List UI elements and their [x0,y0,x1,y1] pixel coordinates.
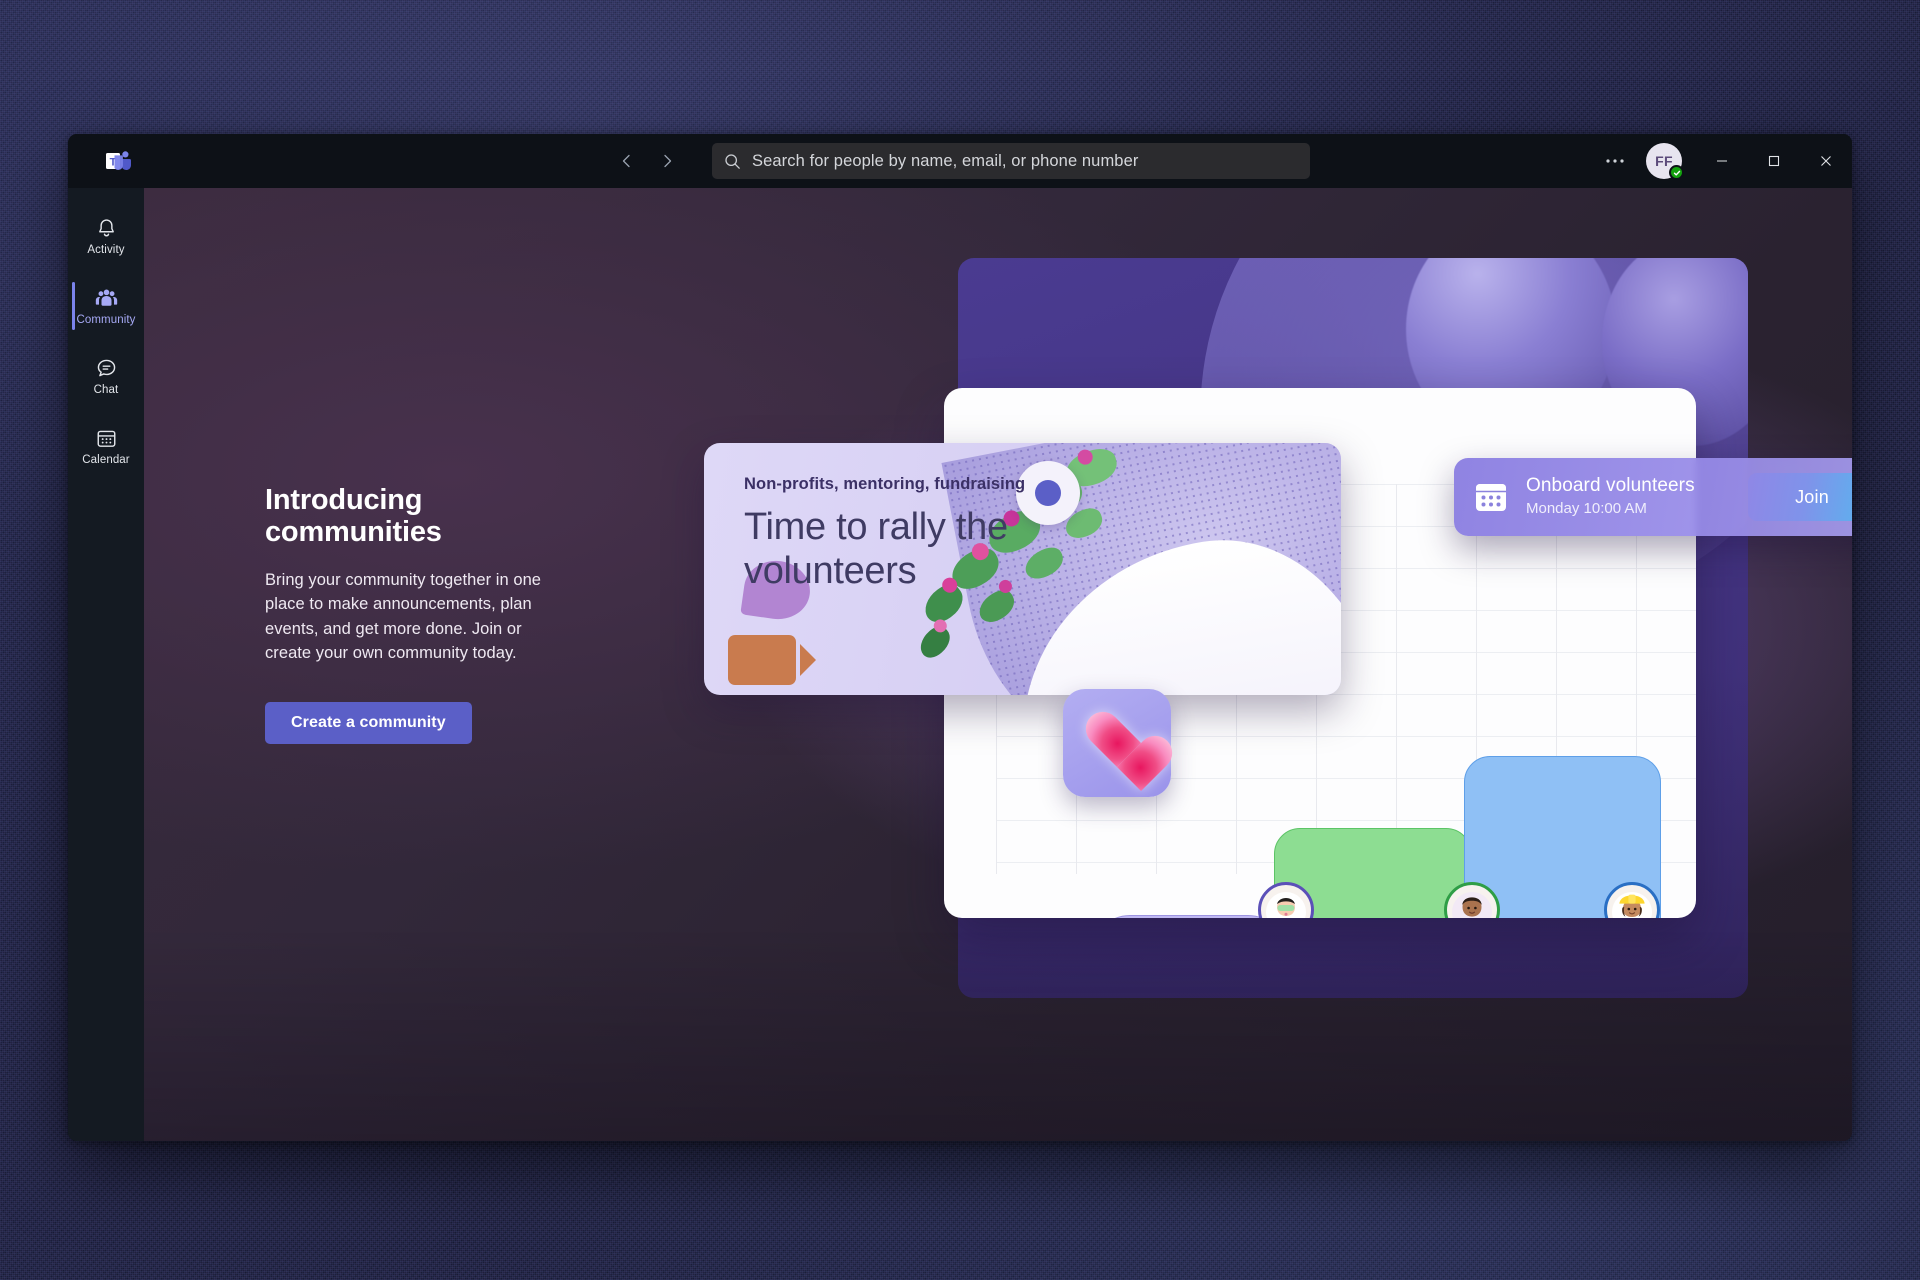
teams-logo-icon: T [94,150,142,172]
sidebar-item-label: Activity [87,244,125,257]
navigation-and-search: Search for people by name, email, or pho… [610,143,1310,179]
calendar-icon [95,425,118,451]
hero-video-shape [728,635,816,685]
maximize-button[interactable] [1748,134,1800,188]
bell-icon [95,215,118,241]
intro-panel: Introducing communities Bring your commu… [265,484,565,744]
join-button[interactable]: Join [1748,473,1852,521]
communities-illustration: Fundraisers Organizations Volunteers [704,258,1852,1018]
meeting-text: Onboard volunteers Monday 10:00 AM [1526,475,1732,519]
people-icon [94,285,119,311]
minimize-button[interactable] [1696,134,1748,188]
hero-card: Non-profits, mentoring, fundraising Time… [704,443,1341,695]
hero-kicker: Non-profits, mentoring, fundraising [744,475,1026,493]
title-bar: T Search for people by name, email, or p… [68,134,1852,188]
search-icon [724,153,741,170]
title-bar-controls: FF [1592,134,1852,188]
sidebar-item-community[interactable]: Community [68,272,144,340]
search-placeholder: Search for people by name, email, or pho… [752,151,1139,170]
chat-icon [95,355,118,381]
close-button[interactable] [1800,134,1852,188]
desktop-background: T Search for people by name, email, or p… [0,0,1920,1280]
heart-icon [1084,713,1150,773]
calendar-icon [1472,478,1510,516]
status-badge [1669,165,1684,180]
more-options-button[interactable] [1592,134,1638,188]
left-rail: Activity Community Chat Calendar [68,188,144,1141]
create-community-button[interactable]: Create a community [265,701,472,744]
intro-body-text: Bring your community together in one pla… [265,570,542,663]
avatar[interactable]: FF [1646,143,1684,180]
sidebar-item-chat[interactable]: Chat [68,342,144,410]
hero-title: Time to rally the volunteers [744,506,1008,593]
category-pill-fundraisers[interactable]: Fundraisers [1092,915,1286,918]
sidebar-item-label: Community [76,314,136,327]
search-input[interactable]: Search for people by name, email, or pho… [712,143,1310,179]
forward-button[interactable] [650,144,684,178]
meeting-time: Monday 10:00 AM [1526,500,1647,518]
sidebar-item-label: Calendar [82,454,130,467]
sidebar-item-activity[interactable]: Activity [68,202,144,270]
sidebar-item-label: Chat [93,384,119,397]
page-title: Introducing communities [265,484,442,549]
app-body: Activity Community Chat Calendar Introdu… [68,188,1852,1141]
main-content: Introducing communities Bring your commu… [144,188,1852,1141]
sidebar-item-calendar[interactable]: Calendar [68,412,144,480]
meeting-card[interactable]: Onboard volunteers Monday 10:00 AM Join [1454,458,1852,536]
meeting-title: Onboard volunteers [1526,475,1695,497]
heart-tile [1063,689,1171,797]
teams-app-window: T Search for people by name, email, or p… [68,134,1852,1141]
back-button[interactable] [610,144,644,178]
